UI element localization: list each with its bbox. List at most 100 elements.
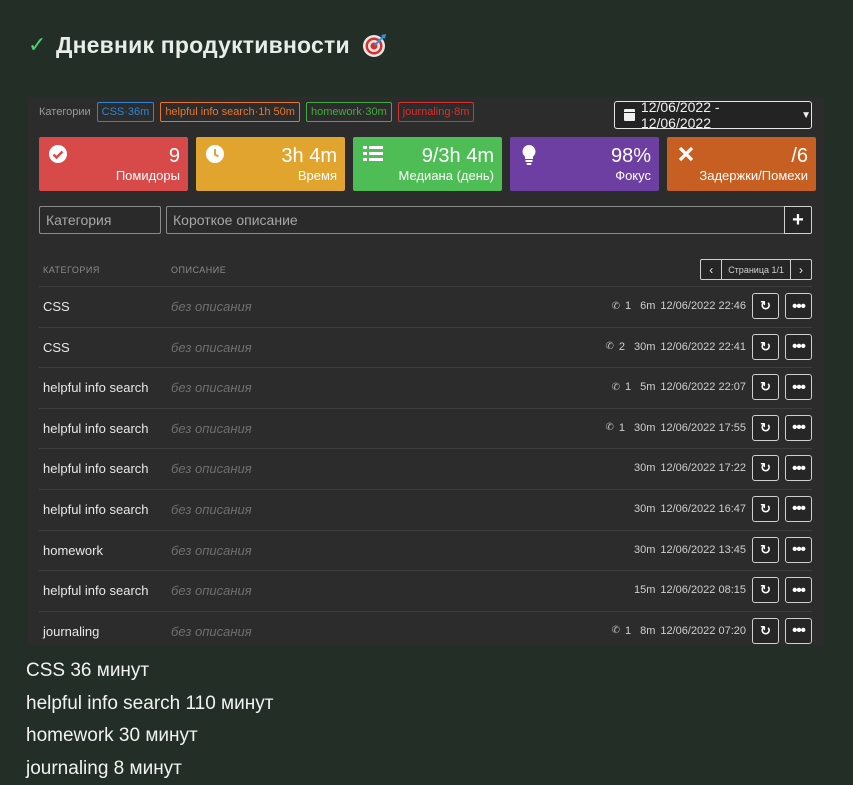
row-category: helpful info search (43, 583, 149, 598)
repeat-button[interactable]: ↻ (752, 537, 779, 563)
timestamp: 12/06/2022 17:55 (660, 422, 746, 434)
timestamp: 12/06/2022 13:45 (660, 544, 746, 556)
timestamp: 12/06/2022 08:15 (660, 584, 746, 596)
table-row: helpful info searchбез описания30m12/06/… (39, 448, 812, 489)
stat-card: /6Задержки/Помехи (667, 137, 816, 191)
row-category: journaling (43, 624, 99, 639)
summary-line: homework 30 минут (26, 720, 273, 753)
duration: 30m (634, 462, 655, 474)
check-circle-icon (48, 144, 68, 164)
add-entry-form: + (39, 206, 812, 234)
add-entry-button[interactable]: + (784, 206, 812, 234)
more-options-button[interactable]: ••• (785, 496, 812, 522)
stat-label: Медиана (день) (399, 168, 494, 184)
date-range-text: 12/06/2022 - 12/06/2022 (641, 99, 792, 131)
table-row: CSSбез описания✆230m12/06/2022 22:41↻••• (39, 327, 812, 368)
stat-label: Время (298, 168, 337, 184)
row-description: без описания (171, 380, 252, 395)
row-description: без описания (171, 502, 252, 517)
row-category: helpful info search (43, 421, 149, 436)
redo-icon: ↻ (760, 298, 771, 314)
category-input[interactable] (39, 206, 161, 234)
repeat-button[interactable]: ↻ (752, 618, 779, 644)
summary-line: journaling 8 минут (26, 753, 273, 785)
more-options-button[interactable]: ••• (785, 537, 812, 563)
phone-icon: ✆ (612, 301, 620, 312)
repeat-button[interactable]: ↻ (752, 334, 779, 360)
chevron-down-icon: ▼ (801, 110, 811, 121)
check-icon: ✓ (28, 32, 48, 58)
repeat-button[interactable]: ↻ (752, 374, 779, 400)
list-icon (362, 144, 382, 164)
stat-card: 9/3h 4mМедиана (день) (353, 137, 502, 191)
redo-icon: ↻ (760, 542, 771, 558)
summary-list: CSS 36 минутhelpful info search 110 мину… (26, 655, 273, 785)
prev-page-button[interactable]: ‹ (700, 259, 722, 280)
repeat-button[interactable]: ↻ (752, 293, 779, 319)
next-page-button[interactable]: › (790, 259, 812, 280)
redo-icon: ↻ (760, 420, 771, 436)
row-category: helpful info search (43, 461, 149, 476)
category-chip[interactable]: homework·30m (306, 102, 392, 122)
ellipsis-icon: ••• (792, 622, 805, 639)
category-chip[interactable]: journaling·8m (398, 102, 475, 122)
duration: 30m (634, 544, 655, 556)
redo-icon: ↻ (760, 339, 771, 355)
entries-table: CSSбез описания✆16m12/06/2022 22:46↻•••C… (39, 286, 812, 645)
calendar-icon (624, 109, 635, 121)
date-range-picker[interactable]: 12/06/2022 - 12/06/2022 ▼ (614, 101, 812, 129)
stat-value: /6 (791, 144, 808, 168)
row-meta: ✆230m12/06/2022 22:41 (605, 341, 746, 353)
more-options-button[interactable]: ••• (785, 618, 812, 644)
calls-count: 1 (625, 381, 631, 393)
table-row: homeworkбез описания30m12/06/2022 13:45↻… (39, 530, 812, 571)
category-chips: Категории CSS·36mhelpful info search·1h … (39, 101, 474, 123)
duration: 30m (634, 341, 655, 353)
repeat-button[interactable]: ↻ (752, 455, 779, 481)
repeat-button[interactable]: ↻ (752, 415, 779, 441)
duration: 8m (640, 625, 655, 637)
redo-icon: ↻ (760, 623, 771, 639)
table-row: journalingбез описания✆18m12/06/2022 07:… (39, 611, 812, 645)
calls-count: 1 (625, 625, 631, 637)
stat-card: 9Помидоры (39, 137, 188, 191)
pagination: ‹ Страница 1/1 › (700, 259, 812, 280)
ellipsis-icon: ••• (792, 298, 805, 315)
repeat-button[interactable]: ↻ (752, 577, 779, 603)
ellipsis-icon: ••• (792, 419, 805, 436)
phone-icon: ✆ (605, 341, 613, 352)
summary-line: helpful info search 110 минут (26, 688, 273, 721)
stat-value: 9/3h 4m (422, 144, 494, 168)
timestamp: 12/06/2022 22:46 (660, 300, 746, 312)
more-options-button[interactable]: ••• (785, 455, 812, 481)
phone-icon: ✆ (612, 625, 620, 636)
more-options-button[interactable]: ••• (785, 293, 812, 319)
row-description: без описания (171, 421, 252, 436)
category-chip[interactable]: helpful info search·1h 50m (160, 102, 300, 122)
category-chip[interactable]: CSS·36m (97, 102, 155, 122)
row-meta: ✆ 1 8m 12/06/2022 07:20 (612, 625, 746, 637)
timestamp: 12/06/2022 07:20 (660, 625, 746, 637)
calls-count: 2 (619, 341, 625, 353)
stats-row: 9Помидоры 3h 4mВремя 9/3h 4mМедиана (день)… (39, 137, 816, 191)
row-category: CSS (43, 299, 70, 314)
more-options-button[interactable]: ••• (785, 577, 812, 603)
row-description: без описания (171, 583, 252, 598)
more-options-button[interactable]: ••• (785, 374, 812, 400)
timestamp: 12/06/2022 22:07 (660, 381, 746, 393)
more-options-button[interactable]: ••• (785, 334, 812, 360)
ellipsis-icon: ••• (792, 460, 805, 477)
page-header: ✓ Дневник продуктивности (28, 28, 387, 62)
calls-count: 1 (619, 422, 625, 434)
row-meta: 30m 12/06/2022 13:45 (630, 544, 746, 556)
duration: 30m (634, 503, 655, 515)
repeat-button[interactable]: ↻ (752, 496, 779, 522)
table-header: КАТЕГОРИЯ ОПИСАНИЕ ‹ Страница 1/1 › (39, 259, 812, 285)
more-options-button[interactable]: ••• (785, 415, 812, 441)
duration: 30m (634, 422, 655, 434)
table-row: helpful info searchбез описания15m12/06/… (39, 570, 812, 611)
diary-panel: Категории CSS·36mhelpful info search·1h … (28, 97, 824, 645)
row-description: без описания (171, 340, 252, 355)
stat-value: 3h 4m (281, 144, 337, 168)
description-input[interactable] (166, 206, 784, 234)
